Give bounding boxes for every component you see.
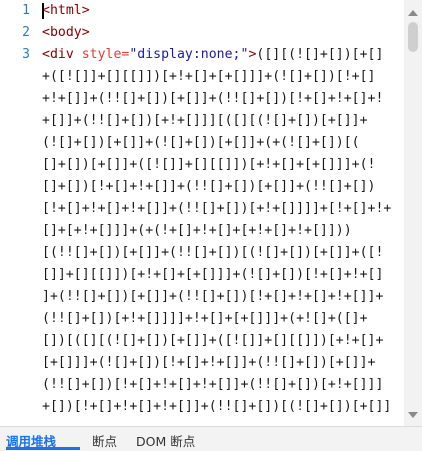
body-open-tag: <body> <box>42 25 90 40</box>
wrapped-code-line[interactable]: ]+(!![]+[])[+[]]+(!![]+[])[!+[]+!+[]+!+[… <box>42 286 400 308</box>
wrapped-code-line[interactable]: (!![]+[])[!+[]+!+[]+!+[]]+(!![]+[])[+!+[… <box>42 374 400 396</box>
code-editor[interactable]: 1 2 3 <html> <body> <div style="display:… <box>0 0 422 426</box>
wrapped-code-line[interactable]: [!+[]+!+[]+!+[]]+(!![]+[])[+!+[]]]]+[!+[… <box>42 198 400 220</box>
code-line-3[interactable]: <div style="display:none;">([][(![]+[])[… <box>42 44 400 66</box>
wrapped-code-lines: +([![]]+[][[]])[+!+[]+[+[]]]+(![]+[])[!+… <box>42 66 400 418</box>
wrapped-code-line[interactable]: +([![]]+[][[]])[+!+[]+[+[]]]+(![]+[])[!+… <box>42 66 400 88</box>
wrapped-code-line[interactable]: (!![]+[])[+!+[]]]]+!+[]+[+[]]]+(+![]+([]… <box>42 308 400 330</box>
scrollbar-thumb[interactable] <box>408 22 418 52</box>
wrapped-code-line[interactable]: [(!![]+[])[+[]]+(!![]+[])[(![]+[])[+[]]+… <box>42 242 400 264</box>
obfuscated-code-start: ([][(![]+[])[+[] <box>256 47 384 62</box>
tab-breakpoints[interactable]: 断点 <box>92 431 117 450</box>
code-content[interactable]: <html> <body> <div style="display:none;"… <box>42 0 400 426</box>
style-value: "display:none;" <box>129 47 249 62</box>
wrapped-code-line[interactable]: []+[])[+[]]+([![]]+[][[]])[+!+[]+[+[]]]+… <box>42 154 400 176</box>
html-open-tag: <html> <box>42 3 90 18</box>
wrapped-code-line[interactable]: [+[]]]+(![]+[])[!+[]+!+[]]+(!![]+[])[+[]… <box>42 352 400 374</box>
line-number-1: 1 <box>22 3 30 18</box>
wrapped-code-line[interactable]: []+[])[!+[]+!+[]]+(!![]+[])[+[]]+(!![]+[… <box>42 176 400 198</box>
wrapped-code-line[interactable]: []]+[][[]])[+!+[]+[+[]]]+(![]+[])[!+[]+!… <box>42 264 400 286</box>
code-line-2[interactable]: <body> <box>42 22 400 44</box>
div-open-tag: <div <box>42 47 82 62</box>
wrapped-code-line[interactable]: +[]]+(!![]+[])[+!+[]]][([][(![]+[])[+[]]… <box>42 110 400 132</box>
scroll-up-arrow-icon[interactable] <box>408 10 418 16</box>
wrapped-code-line[interactable]: +[])[!+[]+!+[]+!+[]]+(!![]+[])[(![]+[])[… <box>42 396 400 418</box>
line-number-2: 2 <box>22 25 30 40</box>
wrapped-code-line[interactable]: []+[+!+[]]]+(+(!+[]+!+[]+[+!+[]+!+[]])) <box>42 220 400 242</box>
line-number-3: 3 <box>22 47 30 62</box>
text-cursor <box>42 3 44 19</box>
style-attribute: style= <box>81 47 130 62</box>
vertical-scrollbar[interactable] <box>404 0 422 426</box>
code-line-1[interactable]: <html> <box>42 0 400 22</box>
tab-dom-breakpoints[interactable]: DOM 断点 <box>136 431 195 450</box>
wrapped-code-line[interactable]: [])[([][(![]+[])[+[]]+([![]]+[][[]])[+!+… <box>42 330 400 352</box>
scroll-down-arrow-icon[interactable] <box>408 412 418 418</box>
bottom-panel-tabs: 调用堆栈 断点 DOM 断点 <box>0 426 422 451</box>
wrapped-code-line[interactable]: +!+[]]+(!![]+[])[+[]]+(!![]+[])[!+[]+!+[… <box>42 88 400 110</box>
line-number-gutter: 1 2 3 <box>0 0 36 426</box>
wrapped-code-line[interactable]: (![]+[])[+[]]+(![]+[])[+[]]+(+(![]+[])[( <box>42 132 400 154</box>
